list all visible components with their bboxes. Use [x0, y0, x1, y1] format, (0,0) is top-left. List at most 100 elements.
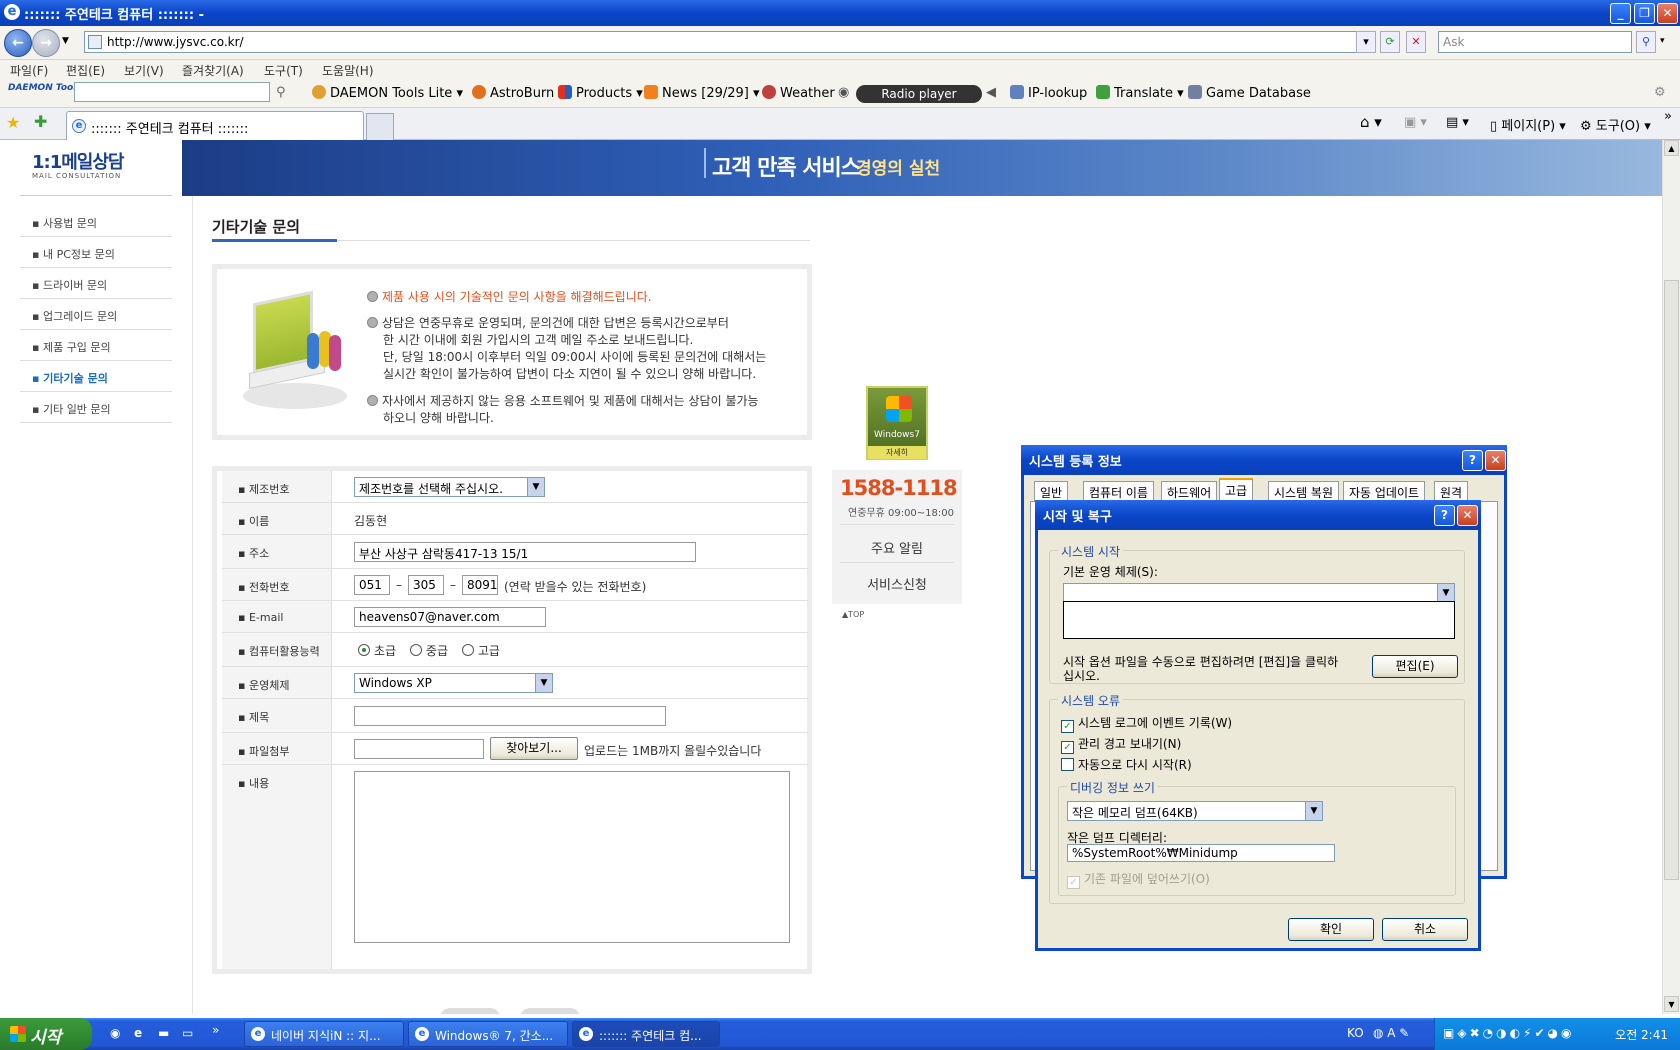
site-logo[interactable]: 1:1메일상담	[32, 148, 124, 174]
toolbar-settings-icon[interactable]: ⚙	[1654, 85, 1666, 100]
quicklaunch-chevron-icon[interactable]: »	[212, 1023, 219, 1037]
maximize-button[interactable]: ❐	[1634, 3, 1655, 24]
skill-radio-intermediate[interactable]	[409, 644, 422, 656]
quicklaunch-desktop-icon[interactable]: ▬	[158, 1026, 169, 1040]
close-button[interactable]: ✕	[1657, 3, 1678, 24]
radio-player[interactable]: Radio player	[856, 85, 982, 103]
home-icon[interactable]: ⌂ ▾	[1360, 113, 1382, 131]
email-input[interactable]: heavens07@naver.com	[354, 607, 546, 627]
tab-auto-update[interactable]: 자동 업데이트	[1343, 481, 1426, 501]
toolbar-search-input[interactable]	[74, 82, 270, 102]
new-tab-button[interactable]	[366, 113, 394, 140]
news-button[interactable]: News [29/29] ▾	[644, 85, 760, 101]
leftnav-item-pcinfo[interactable]: ▪ 내 PC정보 문의	[20, 237, 172, 268]
history-dropdown-icon[interactable]: ▼	[62, 36, 69, 46]
favorites-star-icon[interactable]: ★	[6, 113, 20, 132]
stop-icon[interactable]: ✕	[1406, 31, 1426, 53]
menu-file[interactable]: 파일(F)	[10, 62, 48, 79]
add-favorite-icon[interactable]: ✚	[34, 112, 47, 131]
file-path-input[interactable]	[354, 739, 484, 759]
page-menu[interactable]: ▯ 페이지(P) ▾	[1490, 115, 1566, 134]
search-input[interactable]: Ask	[1438, 31, 1632, 53]
vertical-scrollbar[interactable]: ▲ ▼	[1662, 140, 1680, 1014]
quicklaunch-explorer-icon[interactable]: ◉	[110, 1026, 120, 1040]
address-input[interactable]: 부산 사상구 삼락동417-13 15/1	[354, 542, 696, 562]
admin-alert-checkbox[interactable]: ✓ 관리 경고 보내기(N)	[1061, 735, 1181, 754]
tray-icons[interactable]: ▣◈✖◔◑◐⚡✔◕◉	[1443, 1026, 1574, 1040]
menu-tools[interactable]: 도구(T)	[264, 62, 303, 79]
daemon-tools-lite-button[interactable]: DAEMON Tools Lite ▾	[312, 85, 463, 101]
serial-select[interactable]: 제조번호를 선택해 주십시오. ▼	[354, 477, 545, 497]
top-link[interactable]: ▲TOP	[842, 610, 864, 619]
skill-radio-beginner[interactable]	[358, 644, 370, 656]
leftnav-item-purchase[interactable]: ▪ 제품 구입 문의	[20, 330, 172, 361]
leftnav-item-general[interactable]: ▪ 기타 일반 문의	[20, 392, 172, 423]
tab-system-restore[interactable]: 시스템 복원	[1268, 481, 1340, 501]
game-database-button[interactable]: Game Database	[1188, 85, 1311, 101]
tab-remote[interactable]: 원격	[1434, 481, 1469, 501]
search-options-icon[interactable]: ▾	[1660, 36, 1665, 46]
windows7-more-link[interactable]: 자세히	[868, 446, 926, 459]
menu-view[interactable]: 보기(V)	[124, 62, 164, 79]
tab-computer-name[interactable]: 컴퓨터 이름	[1083, 481, 1155, 501]
quicklaunch-window-icon[interactable]: ▭	[182, 1026, 193, 1040]
print-icon[interactable]: ▤ ▾	[1446, 115, 1469, 130]
astroburn-button[interactable]: AstroBurn	[472, 85, 554, 101]
chevron-more-icon[interactable]: »	[1664, 109, 1672, 124]
default-os-dropdown-list[interactable]	[1063, 601, 1455, 639]
leftnav-item-driver[interactable]: ▪ 드라이버 문의	[20, 268, 172, 299]
back-button[interactable]: ←	[4, 29, 32, 57]
menu-help[interactable]: 도움말(H)	[322, 62, 374, 79]
refresh-icon[interactable]: ⟳	[1380, 31, 1400, 53]
log-event-checkbox[interactable]: ✓ 시스템 로그에 이벤트 기록(W)	[1061, 714, 1232, 733]
radio-prev-icon[interactable]: ◉	[838, 85, 849, 100]
taskbar-item-naver[interactable]: e 네이버 지식iN :: 지...	[244, 1021, 404, 1047]
scroll-up-icon[interactable]: ▲	[1664, 140, 1679, 156]
taskbar-item-windows7[interactable]: e Windows® 7, 간소...	[408, 1021, 568, 1047]
phone-input-3[interactable]: 8091	[462, 575, 498, 595]
language-indicator[interactable]: KO	[1347, 1026, 1364, 1040]
help-button[interactable]: ?	[1434, 505, 1455, 526]
tab-advanced[interactable]: 고급	[1219, 478, 1254, 502]
tab-hardware[interactable]: 하드웨어	[1161, 481, 1218, 501]
quicklaunch-ie-icon[interactable]: e	[134, 1026, 142, 1040]
overwrite-checkbox[interactable]: ✓ 기존 파일에 덮어쓰기(O)	[1067, 870, 1210, 889]
phone-input-1[interactable]: 051	[354, 575, 390, 595]
windows7-badge[interactable]: Windows7 자세히	[866, 386, 928, 460]
translate-button[interactable]: Translate ▾	[1096, 85, 1184, 101]
tab-general[interactable]: 일반	[1034, 481, 1069, 501]
radio-volume-icon[interactable]: ◀	[986, 85, 996, 100]
ok-button[interactable]: 확인	[1288, 918, 1374, 941]
leftnav-item-usage[interactable]: ▪ 사용법 문의	[20, 206, 172, 237]
browse-button[interactable]: 찾아보기...	[490, 737, 578, 760]
ime-icon[interactable]: ◍ A ✎	[1373, 1026, 1409, 1040]
start-button[interactable]: 시작	[0, 1018, 92, 1050]
scroll-down-icon[interactable]: ▼	[1664, 996, 1679, 1012]
address-bar[interactable]: http://www.jysvc.co.kr/	[84, 31, 1374, 53]
os-select[interactable]: Windows XP ▼	[354, 673, 553, 693]
tab-active[interactable]: e ::::::: 주연테크 컴퓨터 :::::::	[66, 111, 364, 140]
menu-edit[interactable]: 편집(E)	[66, 62, 105, 79]
weather-button[interactable]: Weather	[762, 85, 835, 101]
cancel-button[interactable]: 취소	[1382, 918, 1468, 941]
leftnav-item-tech[interactable]: ▪ 기타기술 문의	[20, 361, 172, 392]
subject-input[interactable]	[354, 706, 666, 726]
dump-dir-input[interactable]: %SystemRoot%₩Minidump	[1067, 844, 1335, 862]
search-icon[interactable]: ⚲	[1636, 31, 1656, 53]
forward-button[interactable]: →	[32, 29, 60, 57]
products-button[interactable]: Products ▾	[558, 85, 643, 101]
auto-restart-checkbox[interactable]: 자동으로 다시 시작(R)	[1061, 756, 1192, 773]
help-button[interactable]: ?	[1462, 450, 1483, 471]
ip-lookup-button[interactable]: IP-lookup	[1010, 85, 1087, 101]
service-link[interactable]: 서비스신청	[832, 574, 962, 593]
toolbar-search-icon[interactable]: ⚲	[276, 85, 286, 100]
taskbar-item-jysvc[interactable]: e::::::: 주연테크 컴...	[572, 1021, 720, 1047]
menu-favorites[interactable]: 즐겨찾기(A)	[182, 62, 244, 79]
submit-button-partial[interactable]	[440, 1008, 500, 1014]
close-button[interactable]: ✕	[1457, 505, 1478, 526]
tools-menu[interactable]: ⚙ 도구(O) ▾	[1580, 115, 1651, 134]
close-button[interactable]: ✕	[1485, 450, 1506, 471]
phone-input-2[interactable]: 305	[408, 575, 444, 595]
edit-button[interactable]: 편집(E)	[1372, 655, 1458, 678]
feeds-icon[interactable]: ▣ ▾	[1404, 115, 1427, 130]
